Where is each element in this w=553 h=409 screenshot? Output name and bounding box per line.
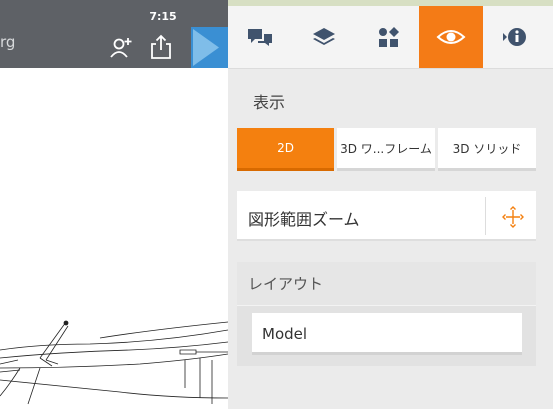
display-section-title: 表示 <box>253 93 286 112</box>
info-icon <box>503 28 526 46</box>
status-time: 7:15 <box>149 10 177 23</box>
share-export-icon[interactable] <box>148 33 174 61</box>
zoom-extents-icon <box>501 205 525 229</box>
play-arrow-icon <box>193 29 219 66</box>
layout-select[interactable]: Model <box>252 313 522 355</box>
view-mode-segmented-control: 2D 3D ワ...フレーム 3D ソリッド <box>237 128 536 171</box>
tab-blocks[interactable] <box>356 6 420 68</box>
blocks-icon <box>379 27 399 47</box>
zoom-extents-button[interactable]: 図形範囲ズーム <box>237 191 536 241</box>
tab-layers[interactable] <box>292 6 356 68</box>
layout-section: レイアウト Model <box>237 262 536 366</box>
comments-icon <box>248 29 272 46</box>
layers-icon <box>313 28 335 45</box>
layout-section-title: レイアウト <box>248 275 324 293</box>
zoom-extents-label: 図形範囲ズーム <box>248 210 360 229</box>
top-toolbar: rg 7:15 <box>0 0 228 68</box>
drawing-canvas[interactable]: rg 7:15 <box>0 0 228 409</box>
view-panel: 表示 2D 3D ワ...フレーム 3D ソリッド 図形範囲ズーム レイアウト <box>228 0 553 409</box>
view-mode-wireframe-button[interactable]: 3D ワ...フレーム <box>337 128 435 171</box>
file-name: rg <box>0 33 16 51</box>
tab-divider <box>228 68 553 69</box>
add-user-icon[interactable] <box>108 34 136 62</box>
layout-selected-value: Model <box>262 325 308 343</box>
divider <box>485 197 486 235</box>
tab-comments[interactable] <box>228 6 292 68</box>
panel-tabs <box>228 6 553 68</box>
tab-view[interactable] <box>419 6 483 68</box>
cad-drawing <box>0 320 228 405</box>
panel-toggle-button[interactable] <box>191 27 228 68</box>
layout-header: レイアウト <box>237 262 536 306</box>
view-mode-solid-button[interactable]: 3D ソリッド <box>438 128 536 171</box>
tab-info[interactable] <box>483 6 547 68</box>
eye-icon <box>436 30 466 44</box>
view-mode-2d-button[interactable]: 2D <box>237 128 334 171</box>
